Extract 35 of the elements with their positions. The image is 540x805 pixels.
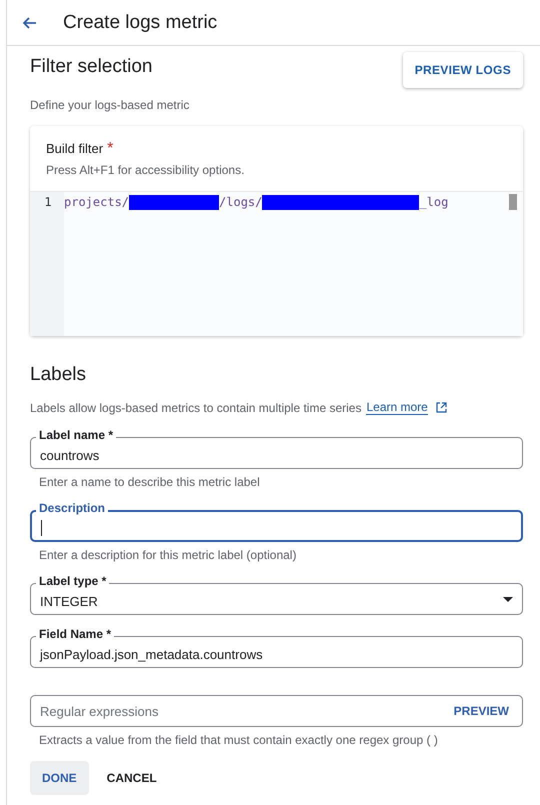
field-value: jsonPayload.json_metadata.countrows: [40, 646, 263, 662]
input-field[interactable]: Regular expressions PREVIEW: [30, 695, 523, 727]
text-cursor: [41, 520, 42, 536]
filter-label: Build filter: [46, 141, 104, 156]
back-arrow-icon[interactable]: [23, 16, 37, 28]
section-description: Define your logs-based metric: [30, 98, 190, 112]
field-value: INTEGER: [40, 594, 99, 608]
field-label: Description: [36, 501, 108, 515]
preview-button[interactable]: PREVIEW: [450, 700, 513, 722]
field-placeholder: Regular expressions: [40, 704, 160, 718]
dropdown-caret-icon[interactable]: [503, 596, 513, 602]
field-label: Label name *: [36, 428, 116, 442]
field-value: countrows: [40, 448, 100, 462]
required-mark: *: [107, 140, 114, 157]
code-text: /logs/: [219, 195, 262, 209]
learn-more-link[interactable]: Learn more: [366, 400, 428, 415]
field-label: Label type *: [36, 574, 110, 588]
section-title: Filter selection: [30, 56, 152, 78]
helper-text: Extracts a value from the field that must contain exactly one regex group ( ): [38, 733, 439, 747]
line-number: 1: [43, 195, 53, 209]
code-editor[interactable]: 1 projects/ /logs/ _log: [30, 191, 523, 336]
code-text: _log: [419, 195, 448, 209]
section-title: Labels: [30, 364, 87, 386]
section-description: Labels allow logs-based metrics to contain multiple time series: [30, 400, 362, 414]
helper-text: Enter a name to describe this metric label: [38, 475, 261, 489]
cancel-button[interactable]: CANCEL: [94, 761, 169, 795]
helper-text: Enter a description for this metric label (optional): [38, 548, 298, 562]
external-link-icon[interactable]: [436, 402, 447, 413]
scrollbar-thumb[interactable]: [509, 194, 517, 210]
editor-hint: Press Alt+F1 for accessibility options.: [46, 163, 246, 177]
code-text: projects/: [64, 195, 130, 209]
page-title: Create logs metric: [63, 12, 218, 34]
done-button[interactable]: DONE: [30, 761, 89, 795]
field-label: Field Name *: [36, 627, 114, 641]
preview-logs-button[interactable]: PREVIEW LOGS: [402, 52, 523, 88]
